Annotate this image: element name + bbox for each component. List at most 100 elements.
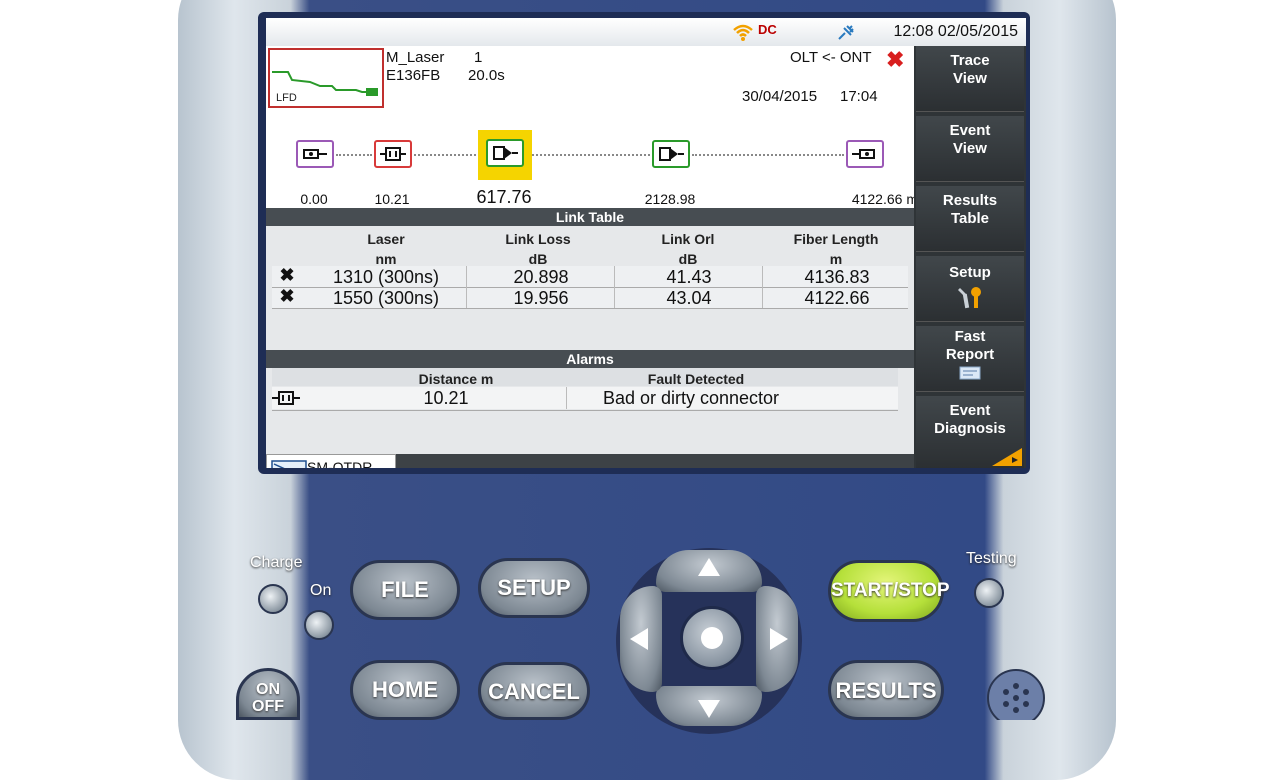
- col-header-distance: Distance m: [418, 371, 494, 387]
- tab-label: SM-OTDR: [307, 459, 373, 468]
- ont-port-icon[interactable]: [846, 140, 884, 168]
- col-unit-link-loss: dB: [528, 251, 548, 267]
- link-table-title: Link Table: [266, 208, 914, 226]
- acquisition-duration: 20.0s: [468, 67, 505, 84]
- cell-link-loss: 19.956: [513, 288, 569, 308]
- event-distance: 2128.98: [644, 191, 696, 207]
- button-label: View: [953, 70, 987, 87]
- thumbnail-label: LFD: [276, 92, 297, 104]
- fiber-segment: [336, 154, 372, 156]
- tab-bar: [396, 454, 914, 468]
- left-arrow-key[interactable]: [620, 586, 662, 692]
- col-divider: [614, 266, 615, 308]
- olt-port-icon[interactable]: [296, 140, 334, 168]
- connector-icon: [272, 391, 300, 405]
- button-label: View: [953, 140, 987, 157]
- results-key[interactable]: RESULTS: [828, 660, 944, 720]
- on-led: [304, 610, 334, 640]
- col-unit-link-orl: dB: [678, 251, 698, 267]
- key-label: CANCEL: [488, 679, 580, 704]
- col-divider: [466, 266, 467, 308]
- button-label: Results: [942, 192, 998, 209]
- cancel-key[interactable]: CANCEL: [478, 662, 590, 720]
- event-distance-selected: 617.76: [476, 187, 532, 207]
- trace-time: 17:04: [840, 88, 878, 105]
- dc-power-icon: DC: [758, 22, 777, 37]
- key-label: SETUP: [497, 575, 571, 600]
- cell-link-loss: 20.898: [513, 267, 569, 287]
- page-corner-arrow-icon: [992, 448, 1022, 466]
- softkey-sidebar: Trace View Event View Results Table Setu…: [914, 46, 1026, 468]
- alarms-header-row: [272, 368, 898, 386]
- otdr-module-icon: [271, 460, 307, 468]
- testing-label: Testing: [966, 550, 1017, 567]
- button-label: Table: [950, 210, 990, 227]
- col-header-laser: Laser: [367, 231, 405, 247]
- cell-fiber-length: 4136.83: [804, 267, 870, 287]
- up-arrow-key[interactable]: [656, 550, 762, 592]
- cell-fiber-length: 4122.66: [804, 288, 870, 308]
- key-label: RESULTS: [835, 678, 937, 703]
- status-clock: 12:08 02/05/2015: [893, 23, 1018, 40]
- cell-link-orl: 41.43: [666, 267, 712, 287]
- button-label: Report: [945, 346, 995, 363]
- col-header-fiber-length: Fiber Length: [793, 231, 879, 247]
- status-bar: DC 12:08 02/05/2015: [266, 18, 1026, 47]
- event-view-button[interactable]: Event View: [916, 116, 1024, 182]
- charge-label: Charge: [250, 554, 303, 571]
- charge-led: [258, 584, 288, 614]
- testing-led: [974, 578, 1004, 608]
- col-divider: [566, 387, 567, 409]
- key-label: OFF: [252, 698, 284, 715]
- file-key[interactable]: FILE: [350, 560, 460, 620]
- fail-icon: ✖: [279, 286, 295, 306]
- laser-name: M_Laser: [386, 49, 445, 66]
- on-label: On: [310, 582, 332, 599]
- down-arrow-key[interactable]: [656, 686, 762, 726]
- connector-icon[interactable]: [374, 140, 412, 168]
- alarm-fault: Bad or dirty connector: [602, 388, 780, 408]
- splitter-icon[interactable]: [652, 140, 690, 168]
- fiber-segment: [532, 154, 650, 156]
- alarms-title: Alarms: [266, 350, 914, 368]
- col-unit-laser: nm: [375, 251, 397, 267]
- col-unit-fiber-length: m: [829, 251, 843, 267]
- plug-icon: [838, 25, 854, 40]
- event-diagnosis-button[interactable]: Event Diagnosis: [916, 396, 1024, 468]
- col-header-link-orl: Link Orl: [661, 231, 715, 247]
- event-distance: 0.00: [300, 191, 328, 207]
- cell-laser: 1310 (300ns): [332, 267, 440, 287]
- start-stop-key[interactable]: START/STOP: [828, 560, 950, 622]
- left-arrow-icon: [630, 628, 648, 650]
- trace-thumbnail[interactable]: LFD: [268, 48, 384, 108]
- home-key[interactable]: HOME: [350, 660, 460, 720]
- col-divider: [762, 266, 763, 308]
- key-label: ON: [256, 681, 280, 698]
- fast-report-button[interactable]: Fast Report: [916, 326, 1024, 392]
- fail-icon: ✖: [279, 265, 295, 285]
- button-label: Trace: [950, 52, 990, 69]
- main-panel: LFD M_Laser 1 E136FB 20.0s OLT <- ONT ✖ …: [266, 46, 918, 468]
- setup-key[interactable]: SETUP: [478, 558, 590, 618]
- splitter-icon[interactable]: [486, 139, 524, 167]
- trace-date: 30/04/2015: [742, 88, 818, 105]
- right-arrow-key[interactable]: [756, 586, 798, 692]
- otdr-screen: DC 12:08 02/05/2015 LFD M_Laser 1 E136FB…: [266, 18, 1026, 468]
- report-icon: [959, 366, 981, 380]
- key-label: HOME: [372, 677, 438, 702]
- button-label: Event: [949, 122, 991, 139]
- tab-sm-otdr[interactable]: SM-OTDR: [266, 454, 396, 468]
- event-distance: 10.21: [374, 191, 410, 207]
- trace-view-button[interactable]: Trace View: [916, 46, 1024, 112]
- col-header-link-loss: Link Loss: [505, 231, 571, 247]
- fiber-segment: [692, 154, 844, 156]
- enter-key[interactable]: [680, 606, 744, 670]
- button-label: Fast: [954, 328, 986, 345]
- row-divider: [272, 410, 898, 411]
- file-id: E136FB: [386, 67, 441, 84]
- right-arrow-icon: [770, 628, 788, 650]
- results-table-button[interactable]: Results Table: [916, 186, 1024, 252]
- fail-status-icon: ✖: [886, 47, 905, 72]
- key-label: START/STOP: [831, 580, 950, 601]
- setup-button[interactable]: Setup: [916, 256, 1024, 322]
